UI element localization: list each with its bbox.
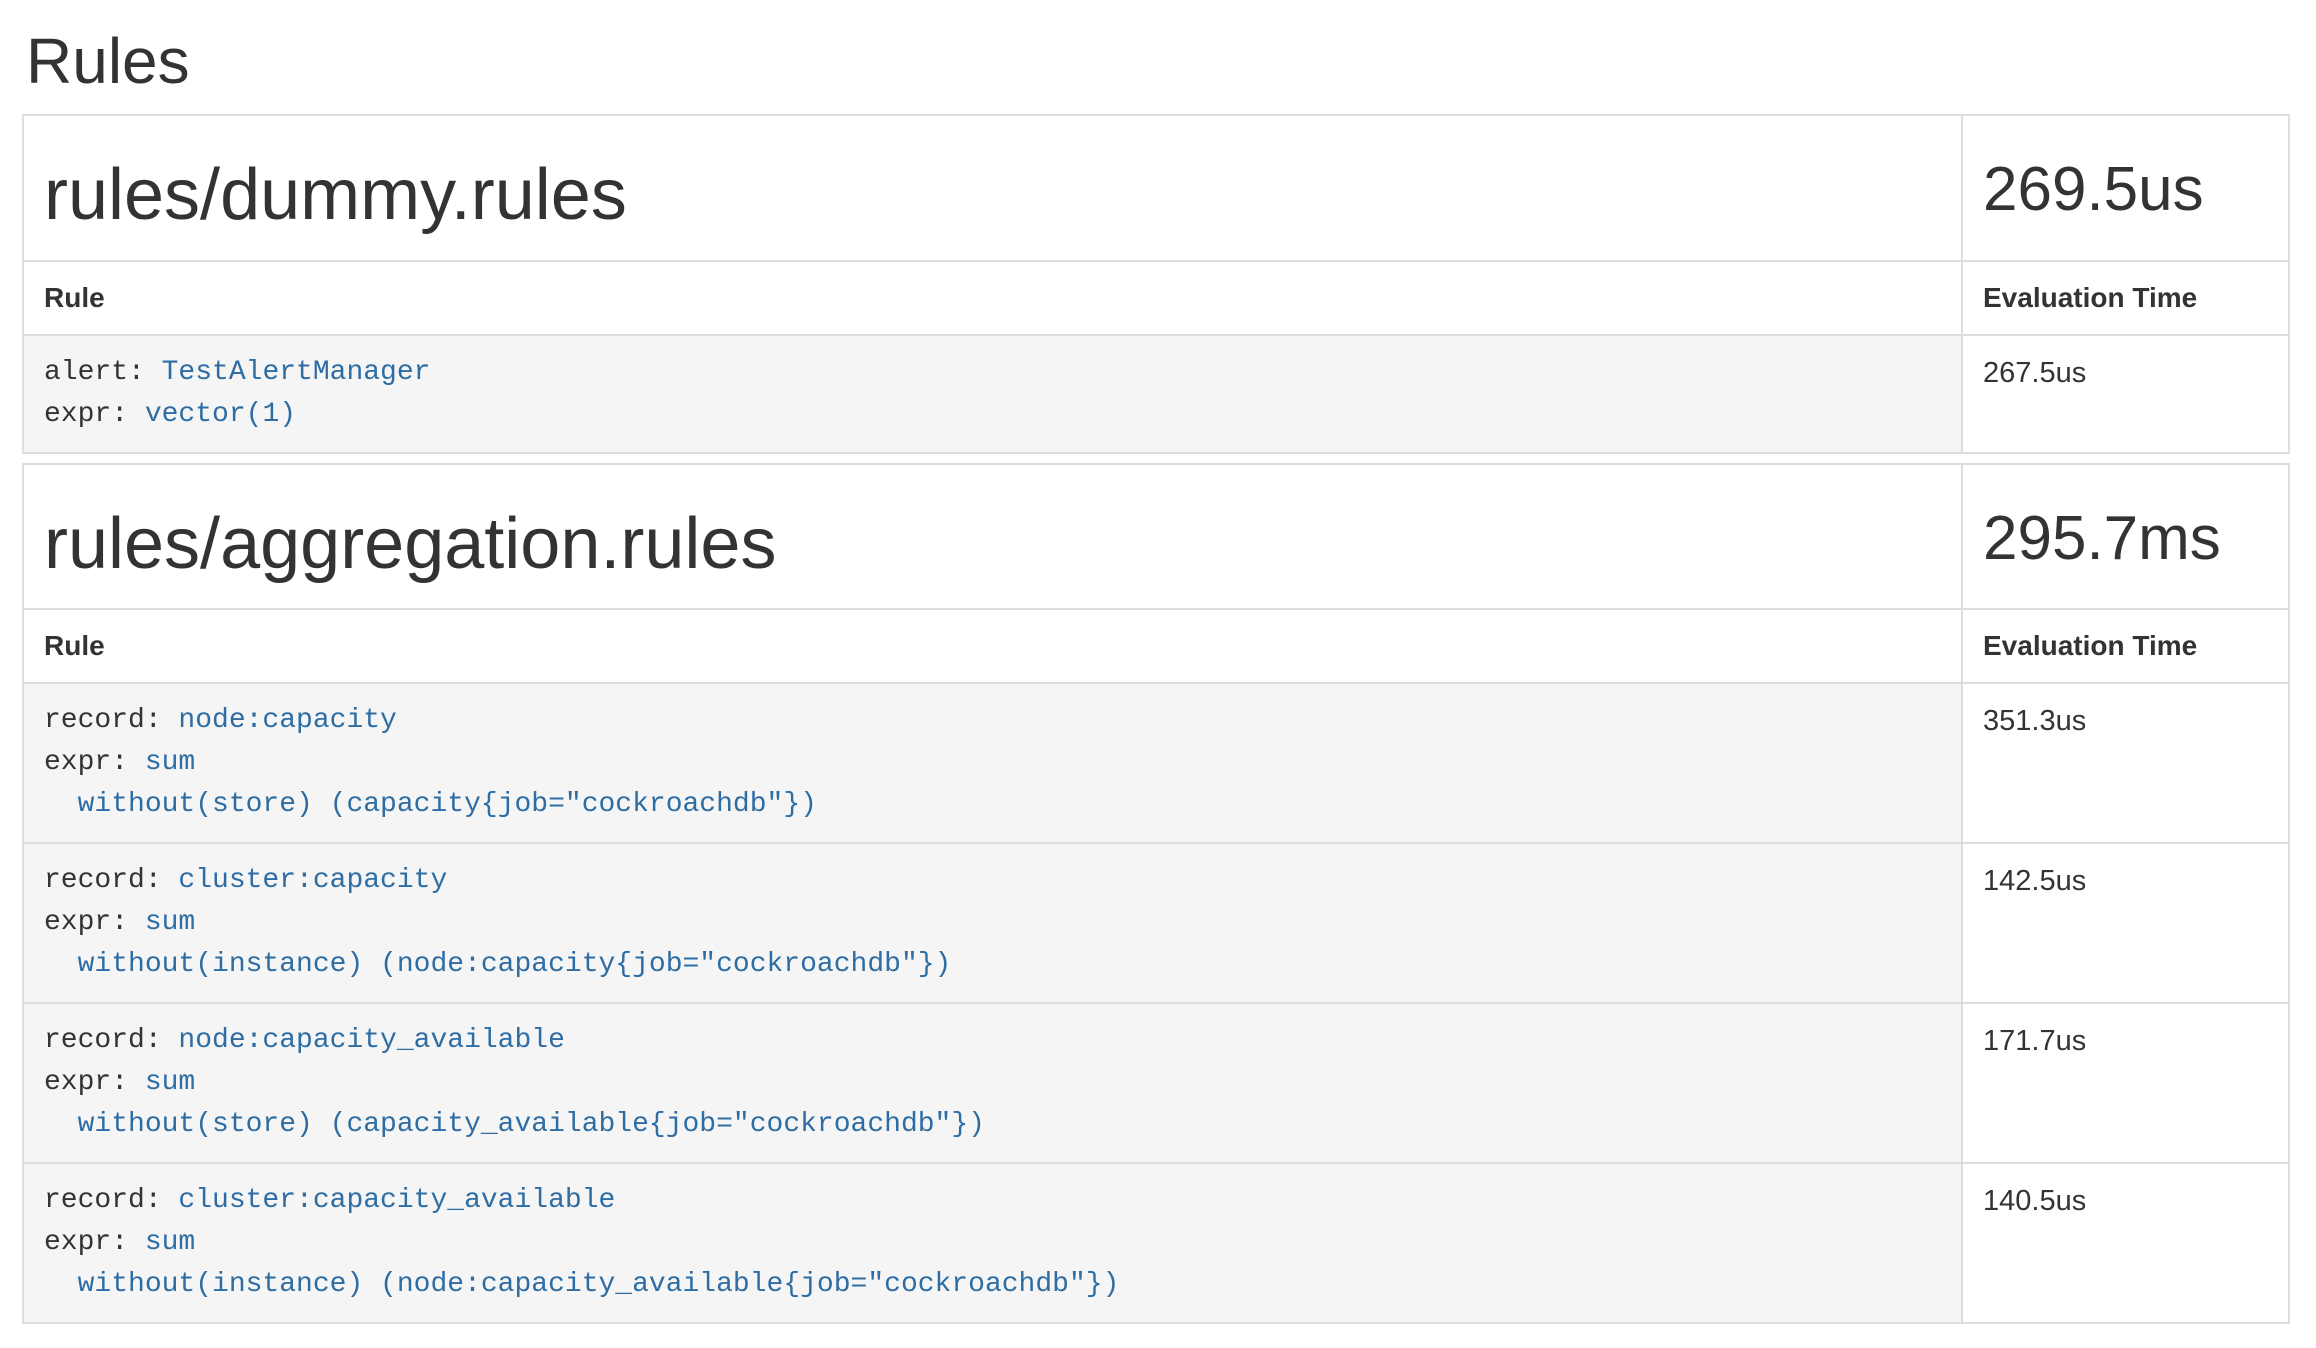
group-name: rules/dummy.rules <box>44 156 1941 235</box>
evaluation-time-column-header: Evaluation Time <box>1962 261 2289 335</box>
columns-header-row: RuleEvaluation Time <box>23 261 2289 335</box>
rule-name-link[interactable]: cluster:capacity <box>178 865 447 896</box>
page-title: Rules <box>26 26 2290 96</box>
group-name-cell: rules/dummy.rules <box>23 115 1962 260</box>
rule-expr-link[interactable]: vector(1) <box>145 399 296 430</box>
group-evaluation-time-cell: 295.7ms <box>1962 464 2289 609</box>
rule-name-link[interactable]: node:capacity_available <box>178 1025 564 1056</box>
rule-cell: record: node:capacity_available expr: su… <box>23 1003 1962 1163</box>
rule-name-link[interactable]: node:capacity <box>178 705 396 736</box>
rule-expr-link[interactable]: sum without(instance) (node:capacity_ava… <box>44 1227 1119 1300</box>
rule-groups-container: rules/dummy.rules269.5usRuleEvaluation T… <box>22 114 2290 1323</box>
rule-expr-link[interactable]: sum without(store) (capacity{job="cockro… <box>44 747 817 820</box>
rule-keyword: record: <box>44 1025 178 1056</box>
rule-row: record: cluster:capacity_available expr:… <box>23 1163 2289 1323</box>
group-name-cell: rules/aggregation.rules <box>23 464 1962 609</box>
rule-definition: record: cluster:capacity expr: sum witho… <box>44 860 1941 986</box>
rule-keyword: expr: <box>44 399 145 430</box>
group-evaluation-time: 269.5us <box>1983 156 2268 224</box>
rule-name-link[interactable]: cluster:capacity_available <box>178 1185 615 1216</box>
rule-keyword: record: <box>44 1185 178 1216</box>
rule-evaluation-time: 140.5us <box>1962 1163 2289 1323</box>
rule-expr-link[interactable]: sum without(instance) (node:capacity{job… <box>44 907 951 980</box>
rule-row: alert: TestAlertManager expr: vector(1)2… <box>23 335 2289 453</box>
group-header-row: rules/aggregation.rules 295.7ms <box>23 464 2289 609</box>
rule-keyword: expr: <box>44 1227 145 1258</box>
rule-evaluation-time: 351.3us <box>1962 683 2289 843</box>
columns-header-row: RuleEvaluation Time <box>23 609 2289 683</box>
rule-row: record: node:capacity expr: sum without(… <box>23 683 2289 843</box>
rule-cell: record: node:capacity expr: sum without(… <box>23 683 1962 843</box>
group-name: rules/aggregation.rules <box>44 505 1941 584</box>
rule-column-header: Rule <box>23 261 1962 335</box>
rule-cell: record: cluster:capacity expr: sum witho… <box>23 843 1962 1003</box>
rule-keyword: expr: <box>44 907 145 938</box>
rule-group-table: rules/dummy.rules 269.5us RuleEvaluation T… <box>22 114 2290 453</box>
rule-row: record: cluster:capacity expr: sum witho… <box>23 843 2289 1003</box>
rule-expr-link[interactable]: sum without(store) (capacity_available{j… <box>44 1067 985 1140</box>
rule-definition: record: node:capacity expr: sum without(… <box>44 700 1941 826</box>
rule-row: record: node:capacity_available expr: su… <box>23 1003 2289 1163</box>
group-evaluation-time-cell: 269.5us <box>1962 115 2289 260</box>
rule-keyword: alert: <box>44 357 162 388</box>
rule-name-link[interactable]: TestAlertManager <box>162 357 431 388</box>
rule-column-header: Rule <box>23 609 1962 683</box>
rules-page: Rules rules/dummy.rules269.5usRuleEvalua… <box>0 26 2316 1324</box>
rule-cell: alert: TestAlertManager expr: vector(1) <box>23 335 1962 453</box>
group-evaluation-time: 295.7ms <box>1983 505 2268 573</box>
rule-keyword: record: <box>44 705 178 736</box>
rule-evaluation-time: 171.7us <box>1962 1003 2289 1163</box>
rule-definition: record: cluster:capacity_available expr:… <box>44 1180 1941 1306</box>
group-header-row: rules/dummy.rules 269.5us <box>23 115 2289 260</box>
rule-keyword: record: <box>44 865 178 896</box>
rule-definition: record: node:capacity_available expr: su… <box>44 1020 1941 1146</box>
rule-evaluation-time: 267.5us <box>1962 335 2289 453</box>
rule-keyword: expr: <box>44 747 145 778</box>
rule-group-table: rules/aggregation.rules 295.7ms RuleEvalua… <box>22 463 2290 1324</box>
rule-definition: alert: TestAlertManager expr: vector(1) <box>44 352 1941 436</box>
rule-evaluation-time: 142.5us <box>1962 843 2289 1003</box>
evaluation-time-column-header: Evaluation Time <box>1962 609 2289 683</box>
rule-keyword: expr: <box>44 1067 145 1098</box>
rule-cell: record: cluster:capacity_available expr:… <box>23 1163 1962 1323</box>
